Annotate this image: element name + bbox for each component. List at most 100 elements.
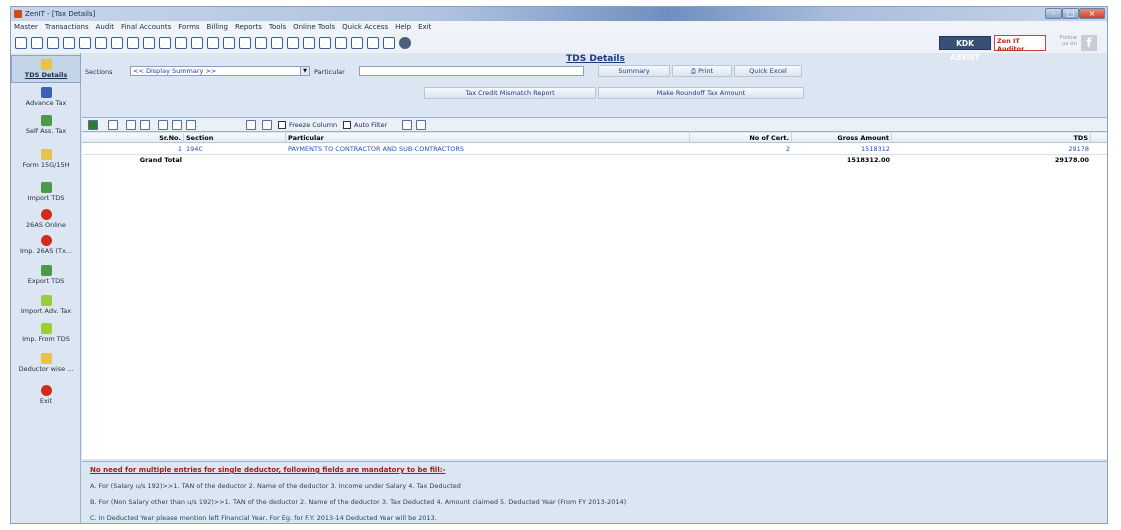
sidebar-item-imp-from-tds[interactable]: Imp. From TDS — [11, 323, 81, 343]
clock-icon[interactable] — [207, 37, 219, 49]
grand-total-label: Grand Total — [139, 156, 182, 164]
people-icon[interactable] — [95, 37, 107, 49]
window-title: ZenIT - [Tax Details] — [25, 10, 96, 18]
main-toolbar: KDK ASSIST Zen IT Auditor Follow us on f — [11, 33, 1107, 62]
pencil-icon — [40, 59, 52, 70]
grid-icon[interactable] — [47, 37, 59, 49]
excel-export-icon[interactable] — [88, 120, 98, 130]
menu-transactions[interactable]: Transactions — [45, 23, 89, 31]
tools-icon[interactable] — [111, 37, 123, 49]
media-icon[interactable] — [159, 37, 171, 49]
form-icon[interactable] — [383, 37, 395, 49]
note-b: B. For (Non Salary other than u/s 192)>>… — [90, 498, 627, 506]
calc-icon[interactable] — [143, 37, 155, 49]
next-col-icon[interactable] — [262, 120, 272, 130]
pencil-icon — [40, 149, 52, 160]
col-no-of-cert[interactable]: No of Cert. — [690, 133, 792, 143]
menu-help[interactable]: Help — [395, 23, 411, 31]
col-srno[interactable]: Sr.No. — [82, 133, 184, 143]
sidebar-item-import-tds[interactable]: Import TDS — [11, 182, 81, 202]
quick-excel-button[interactable]: Quick Excel — [734, 65, 802, 77]
minimize-button[interactable]: – — [1045, 8, 1062, 19]
freeze-column-checkbox[interactable] — [278, 121, 286, 129]
next-page-icon[interactable] — [186, 120, 196, 130]
close-circle-icon[interactable] — [399, 37, 411, 49]
user-icon[interactable] — [223, 37, 235, 49]
filter-icon[interactable] — [127, 37, 139, 49]
col-section[interactable]: Section — [184, 133, 286, 143]
building-icon[interactable] — [79, 37, 91, 49]
col-particular[interactable]: Particular — [286, 133, 690, 143]
sidebar-item-exit[interactable]: Exit — [11, 385, 81, 405]
calendar-icon[interactable] — [303, 37, 315, 49]
menu-exit[interactable]: Exit — [418, 23, 431, 31]
users-icon[interactable] — [402, 120, 412, 130]
grand-total-tds: 29178.00 — [1054, 156, 1089, 164]
sidebar-item-imp-26as[interactable]: Imp. 26AS (Tx... — [11, 235, 81, 255]
print-icon[interactable] — [126, 120, 136, 130]
sidebar-item-self-ass-tax[interactable]: Self Ass. Tax — [11, 115, 81, 135]
document-icon[interactable] — [108, 120, 118, 130]
print-icon[interactable] — [367, 37, 379, 49]
report-icon[interactable] — [271, 37, 283, 49]
user-search-icon[interactable] — [416, 120, 426, 130]
menu-online-tools[interactable]: Online Tools — [293, 23, 335, 31]
sidebar-item-advance-tax[interactable]: Advance Tax — [11, 87, 81, 107]
auto-filter-checkbox[interactable] — [343, 121, 351, 129]
cell-no-of-cert: 2 — [785, 145, 790, 153]
first-page-icon[interactable] — [172, 120, 182, 130]
menu-forms[interactable]: Forms — [178, 23, 199, 31]
toolbar-icon-1[interactable] — [15, 37, 27, 49]
menu-tools[interactable]: Tools — [269, 23, 286, 31]
sidebar-item-tds-details[interactable]: TDS Details — [11, 55, 81, 83]
info-icon[interactable] — [255, 37, 267, 49]
excel-icon — [40, 265, 52, 276]
zen-it-auditor-button[interactable]: Zen IT Auditor — [994, 35, 1046, 53]
facebook-icon[interactable]: f — [1081, 35, 1097, 51]
tax-credit-mismatch-button[interactable]: Tax Credit Mismatch Report — [424, 87, 596, 99]
menu-quick-access[interactable]: Quick Access — [342, 23, 388, 31]
col-gross-amount[interactable]: Gross Amount — [792, 133, 892, 143]
sections-select[interactable]: << Display Summary >> ▼ — [130, 66, 310, 76]
cell-srno: 1 — [177, 145, 182, 153]
chevron-down-icon[interactable]: ▼ — [300, 67, 309, 75]
print-button[interactable]: ⎙ Print — [672, 65, 732, 77]
document-icon[interactable] — [175, 37, 187, 49]
chart-icon[interactable] — [63, 37, 75, 49]
note-a: A. For (Salary u/s 192)>>1. TAN of the d… — [90, 482, 461, 490]
cell-particular: PAYMENTS TO CONTRACTOR AND SUB-CONTRACTO… — [288, 145, 464, 153]
sort-icon[interactable] — [158, 120, 168, 130]
summary-button[interactable]: Summary — [598, 65, 670, 77]
sidebar-item-import-adv-tax[interactable]: Import Adv. Tax — [11, 295, 81, 315]
table-row[interactable]: 1 194C PAYMENTS TO CONTRACTOR AND SUB-CO… — [82, 144, 1107, 154]
menu-audit[interactable]: Audit — [96, 23, 114, 31]
copy-icon[interactable] — [335, 37, 347, 49]
menu-final-accounts[interactable]: Final Accounts — [121, 23, 171, 31]
maximize-button[interactable]: □ — [1062, 8, 1079, 19]
sidebar-item-deductor-wise[interactable]: Deductor wise ... — [11, 353, 81, 373]
mail-icon[interactable] — [319, 37, 331, 49]
search-icon[interactable] — [140, 120, 150, 130]
menu-billing[interactable]: Billing — [207, 23, 228, 31]
make-roundoff-button[interactable]: Make Roundoff Tax Amount — [598, 87, 804, 99]
col-tds[interactable]: TDS — [892, 133, 1091, 143]
notes-icon[interactable] — [239, 37, 251, 49]
sidebar-item-26as-online[interactable]: 26AS Online — [11, 209, 81, 229]
online-e-icon — [40, 235, 52, 246]
sidebar-item-form-15g-15h[interactable]: Form 15G/15H — [11, 149, 81, 169]
home-icon[interactable] — [31, 37, 43, 49]
prev-col-icon[interactable] — [246, 120, 256, 130]
window-icon[interactable] — [351, 37, 363, 49]
main-panel: TDS Details Sections << Display Summary … — [82, 53, 1107, 523]
menu-master[interactable]: Master — [14, 23, 38, 31]
export-icon[interactable] — [287, 37, 299, 49]
online-e-icon — [40, 209, 52, 220]
auto-filter-label: Auto Filter — [354, 121, 388, 129]
menu-reports[interactable]: Reports — [235, 23, 262, 31]
cell-tds: 29178 — [1068, 145, 1089, 153]
sidebar-item-export-tds[interactable]: Export TDS — [11, 265, 81, 285]
table-icon[interactable] — [191, 37, 203, 49]
particular-input[interactable] — [359, 66, 584, 76]
close-button[interactable]: × — [1079, 8, 1105, 19]
kdk-assist-button[interactable]: KDK ASSIST — [939, 36, 991, 62]
